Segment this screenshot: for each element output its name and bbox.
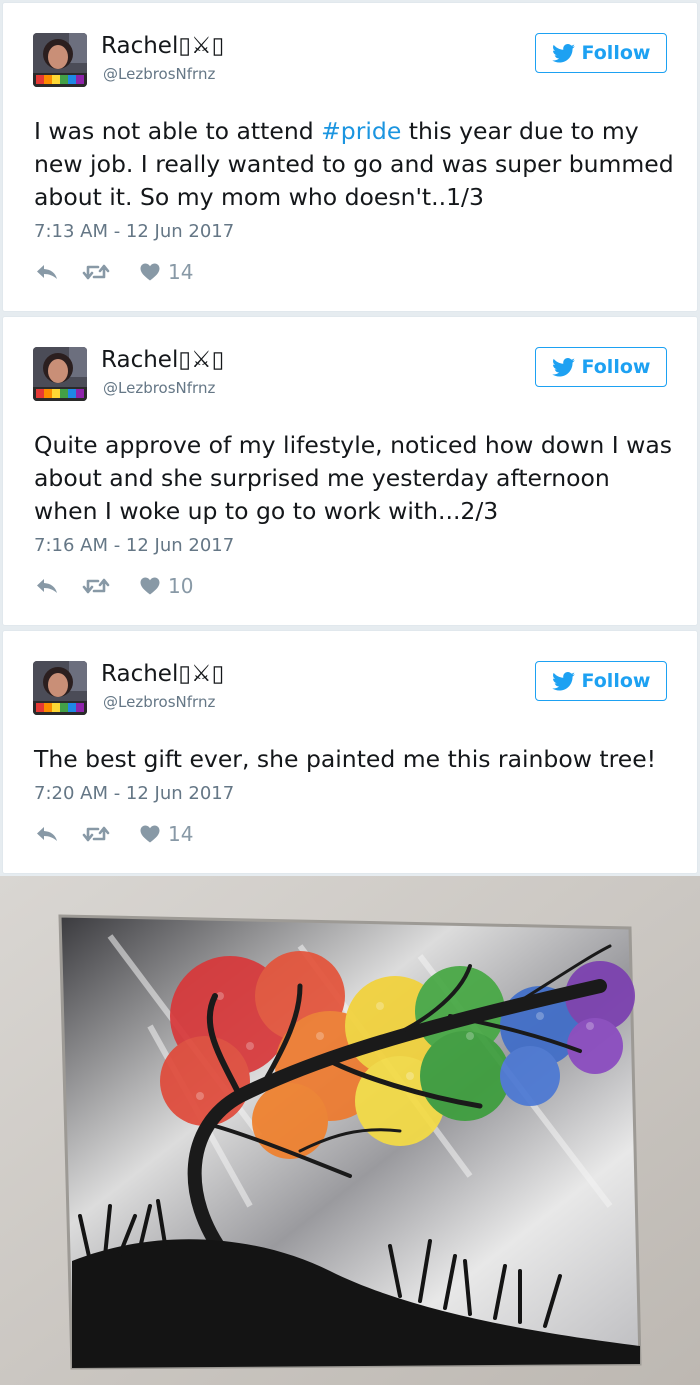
follow-label: Follow [581,670,651,692]
heart-icon [140,825,160,843]
like-button[interactable]: 14 [140,822,193,846]
avatar-pride-badge [33,661,87,715]
follow-button[interactable]: Follow [535,33,667,73]
twitter-bird-icon [552,358,575,377]
reply-button[interactable] [36,578,82,594]
tweet-card: Rachel▯⚔▯ @LezbrosNfrnz Follow Quite app… [2,316,698,626]
user-handle[interactable]: @LezbrosNfrnz [103,65,215,83]
user-handle[interactable]: @LezbrosNfrnz [103,693,215,711]
rainbow-tree-painting-photo [0,876,700,1385]
retweet-button[interactable] [82,825,140,843]
tweet-actions: 10 [36,574,193,598]
follow-label: Follow [581,356,651,378]
retweet-icon [82,577,110,595]
avatar-pride-badge [33,347,87,401]
retweet-button[interactable] [82,263,140,281]
tweet-card: Rachel▯⚔▯ @LezbrosNfrnz Follow I was not… [2,2,698,312]
display-name[interactable]: Rachel▯⚔▯ [101,347,224,373]
like-count: 10 [168,574,194,598]
avatar-pride-badge [33,33,87,87]
tweet-text-part: I was not able to attend [34,117,322,145]
reply-icon [36,826,58,842]
tweet-actions: 14 [36,822,193,846]
twitter-bird-icon [552,672,575,691]
twitter-bird-icon [552,44,575,63]
follow-label: Follow [581,42,651,64]
retweet-icon [82,263,110,281]
like-count: 14 [168,822,194,846]
heart-icon [140,577,160,595]
tweet-text: Quite approve of my lifestyle, noticed h… [34,431,673,525]
painting-image [0,876,700,1385]
hashtag-link[interactable]: #pride [321,117,401,145]
tweet-timestamp[interactable]: 7:13 AM - 12 Jun 2017 [34,221,234,242]
user-handle[interactable]: @LezbrosNfrnz [103,379,215,397]
tweet-actions: 14 [36,260,193,284]
tweet-card: Rachel▯⚔▯ @LezbrosNfrnz Follow The best … [2,630,698,874]
tweet-timestamp[interactable]: 7:16 AM - 12 Jun 2017 [34,535,234,556]
like-count: 14 [168,260,194,284]
follow-button[interactable]: Follow [535,661,667,701]
like-button[interactable]: 14 [140,260,193,284]
heart-icon [140,263,160,281]
retweet-icon [82,825,110,843]
avatar[interactable] [33,33,87,87]
display-name[interactable]: Rachel▯⚔▯ [101,661,224,687]
like-button[interactable]: 10 [140,574,193,598]
reply-button[interactable] [36,826,82,842]
tweet-text: The best gift ever, she painted me this … [34,745,657,773]
retweet-button[interactable] [82,577,140,595]
avatar[interactable] [33,661,87,715]
reply-icon [36,578,58,594]
tweet-text: I was not able to attend #pride this yea… [34,115,674,214]
avatar[interactable] [33,347,87,401]
tweet-timestamp[interactable]: 7:20 AM - 12 Jun 2017 [34,783,234,804]
follow-button[interactable]: Follow [535,347,667,387]
display-name[interactable]: Rachel▯⚔▯ [101,33,224,59]
reply-button[interactable] [36,264,82,280]
reply-icon [36,264,58,280]
